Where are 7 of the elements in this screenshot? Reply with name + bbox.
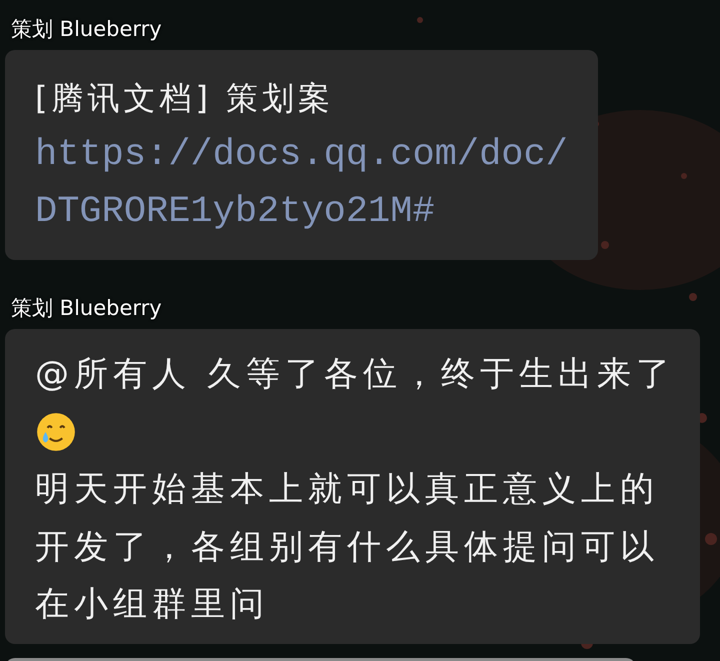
message-text: @所有人 久等了各位，终于生出来了	[35, 353, 675, 396]
message-text: 明天开始基本上就可以真正意义上的开发了，各组别有什么具体提问可以在小组群里问	[35, 468, 660, 626]
sender-name: 策划 Blueberry	[11, 295, 162, 322]
smiling-face-with-tear-icon	[35, 411, 77, 454]
message-text: [腾讯文档] 策划案	[35, 78, 334, 119]
sender-name: 策划 Blueberry	[11, 16, 162, 43]
document-link[interactable]: https://docs.qq.com/doc/DTGRORE1yb2tyo21M#	[35, 127, 580, 241]
